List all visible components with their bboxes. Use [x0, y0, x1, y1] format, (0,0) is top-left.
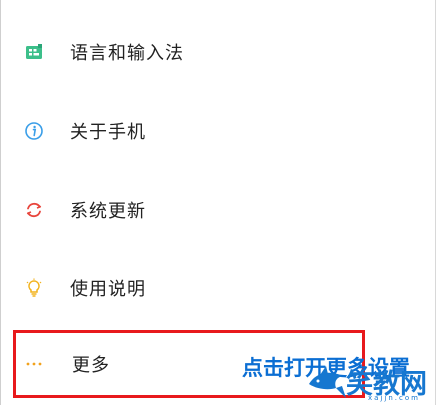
- menu-item-user-guide[interactable]: 使用说明: [0, 258, 436, 318]
- refresh-icon: [24, 200, 44, 220]
- watermark-url: xajjn.com: [368, 394, 420, 402]
- menu-item-label: 使用说明: [70, 279, 146, 300]
- menu-item-language-input[interactable]: 语言和输入法: [0, 22, 436, 82]
- menu-item-about-phone[interactable]: 关于手机: [0, 101, 436, 161]
- info-icon: [24, 121, 44, 141]
- menu-item-label: 语言和输入法: [70, 43, 184, 64]
- menu-item-label: 系统更新: [70, 201, 146, 222]
- bulb-icon: [24, 278, 44, 298]
- language-icon: [24, 42, 44, 62]
- menu-item-label: 关于手机: [70, 122, 146, 143]
- fish-logo-icon: [306, 360, 350, 408]
- menu-item-system-update[interactable]: 系统更新: [0, 180, 436, 240]
- watermark-logo: 笑教网 xajjn.com: [306, 360, 436, 405]
